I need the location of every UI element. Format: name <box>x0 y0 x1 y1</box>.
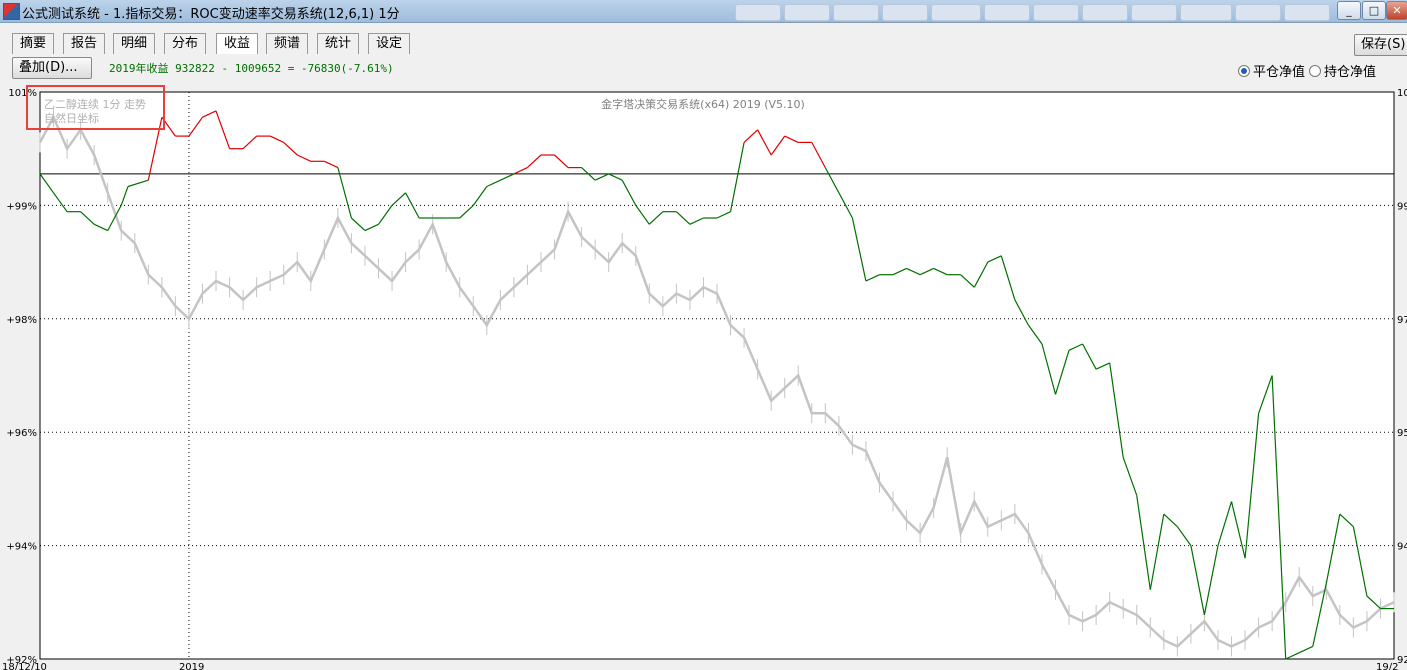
right-tick-label: 97 <box>1397 315 1407 326</box>
radio-off-icon[interactable] <box>1309 65 1321 77</box>
toolbar-blur-10 <box>1180 4 1232 21</box>
radio-close-label: 平仓净值 <box>1253 65 1306 80</box>
toolbar-blur-7 <box>1033 4 1079 21</box>
radio-hold-label: 持仓净值 <box>1324 65 1377 80</box>
tab-spectrum[interactable]: 频谱 <box>266 33 309 54</box>
toolbar-blur-9 <box>1131 4 1177 21</box>
highlight-box <box>26 85 165 130</box>
radio-on-icon[interactable] <box>1238 65 1250 77</box>
tab-statistics[interactable]: 统计 <box>317 33 360 54</box>
tab-profit[interactable]: 收益 <box>216 33 259 54</box>
left-axis: 101%+99%+98%+96%+94%+92% <box>6 88 37 666</box>
minimize-button[interactable]: _ <box>1337 1 1361 20</box>
overlay-button[interactable]: 叠加(D)... <box>12 57 92 79</box>
toolbar-blur-8 <box>1082 4 1128 21</box>
right-tick-label: 99 <box>1397 201 1407 212</box>
toolbar-blur-4 <box>882 4 928 21</box>
right-tick-label: 10 <box>1397 88 1407 99</box>
tab-summary[interactable]: 摘要 <box>12 33 55 54</box>
left-tick-label: +99% <box>6 201 37 212</box>
toolbar-blur-6 <box>984 4 1030 21</box>
right-axis: 10 99 97 95 94 92 <box>1397 88 1407 666</box>
tab-distribution[interactable]: 分布 <box>164 33 207 54</box>
left-tick-label: +94% <box>6 542 37 553</box>
toolbar-blur-1 <box>735 4 781 21</box>
plot-area <box>39 91 1395 660</box>
right-tick-label: 95 <box>1397 428 1407 439</box>
radio-close-equity[interactable]: 平仓净值 <box>1238 61 1305 80</box>
tab-settings[interactable]: 设定 <box>368 33 411 54</box>
tab-detail[interactable]: 明细 <box>113 33 156 54</box>
right-tick-label: 94 <box>1397 542 1407 553</box>
toolbar-blur-2 <box>784 4 830 21</box>
x-tick-label: 18/12/10 <box>2 662 47 670</box>
right-tick-label: 92 <box>1397 655 1407 666</box>
x-tick-label: 2019 <box>179 662 204 670</box>
x-axis: 18/12/10 2019 19/2 <box>2 662 1398 670</box>
window-title: 公式测试系统 - 1.指标交易：ROC变动速率交易系统(12,6,1) 1分 <box>22 7 400 22</box>
chart-title: 金字塔决策交易系统(x64) 2019 (V5.10) <box>601 97 805 111</box>
equity-chart: 101%+99%+98%+96%+94%+92% 109997959492 金字… <box>2 88 1407 670</box>
x-tick-label: 19/2 <box>1376 662 1398 670</box>
close-button[interactable]: ✕ <box>1386 1 1407 20</box>
toolbar-blur-11 <box>1235 4 1281 21</box>
radio-hold-equity[interactable]: 持仓净值 <box>1309 61 1376 80</box>
maximize-button[interactable]: □ <box>1362 1 1386 20</box>
toolbar-blur-12 <box>1284 4 1330 21</box>
annual-summary: 2019年收益 932822 - 1009652 = -76830(-7.61%… <box>109 62 394 75</box>
tab-report[interactable]: 报告 <box>63 33 106 54</box>
left-tick-label: +98% <box>6 315 37 326</box>
app-icon <box>3 3 20 20</box>
save-button[interactable]: 保存(S) <box>1354 34 1407 56</box>
toolbar-blur-5 <box>931 4 981 21</box>
toolbar-blur-3 <box>833 4 879 21</box>
left-tick-label: +96% <box>6 428 37 439</box>
title-bar: 公式测试系统 - 1.指标交易：ROC变动速率交易系统(12,6,1) 1分 _… <box>0 0 1407 23</box>
